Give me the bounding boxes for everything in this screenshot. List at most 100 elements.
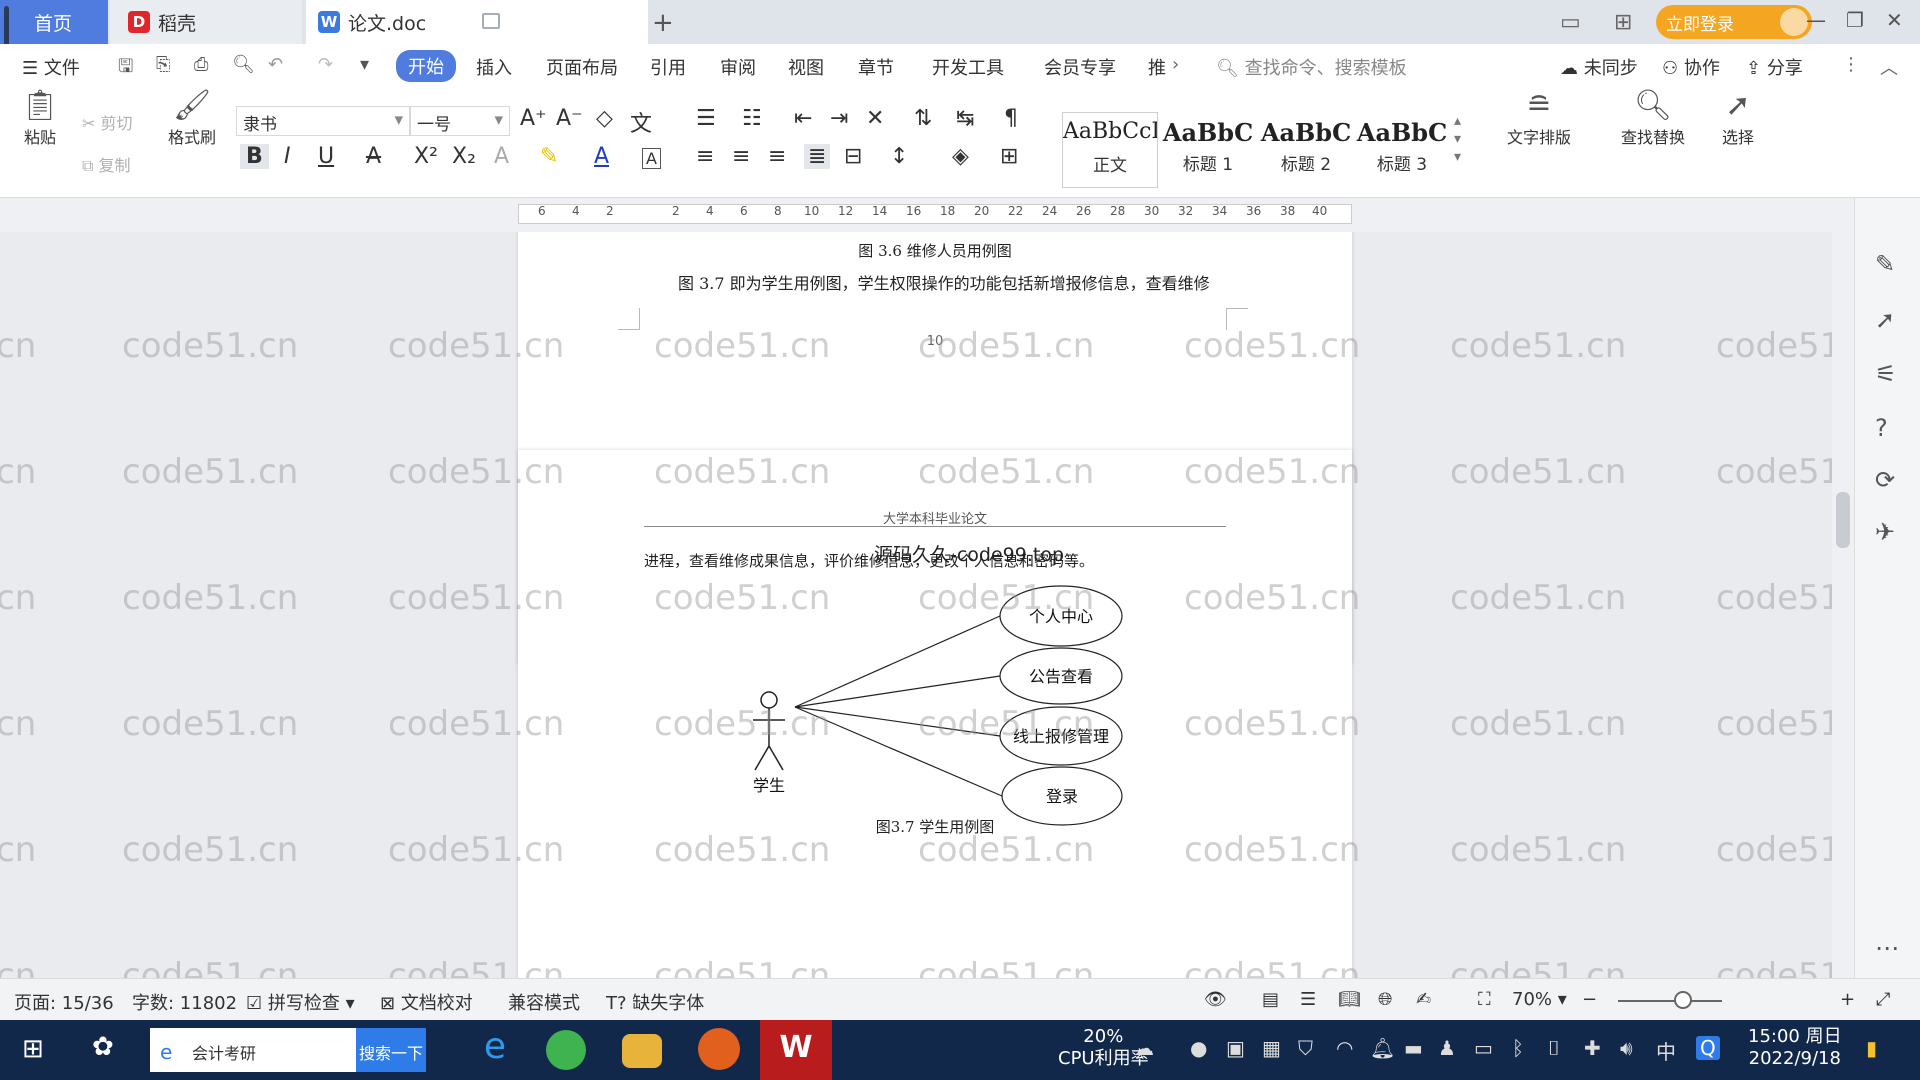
decrease-indent-icon[interactable]: ⇤	[794, 106, 812, 131]
battery-icon[interactable]: ▭	[1474, 1036, 1493, 1060]
cut-button[interactable]: ✂ 剪切	[82, 110, 133, 134]
italic-icon[interactable]: I	[284, 144, 291, 169]
command-search[interactable]: 🔍︎ 查找命令、搜索模板	[1216, 54, 1407, 80]
usb-icon[interactable]: ⌷	[1548, 1036, 1560, 1060]
tray-app-icon[interactable]: ▦	[1262, 1036, 1281, 1060]
clear-format-icon[interactable]: ◇	[596, 106, 613, 131]
distributed-icon[interactable]: ⊟	[844, 144, 862, 169]
style-heading-1[interactable]: AaBbC 标题 1	[1160, 112, 1256, 188]
wps-taskbar-icon[interactable]: W	[760, 1020, 832, 1080]
fit-page-icon[interactable]: ⛶	[1478, 989, 1491, 1010]
menu-chapter[interactable]: 章节	[858, 54, 894, 80]
shrink-font-icon[interactable]: A⁻	[556, 106, 583, 131]
font-name-select[interactable]: 隶书 ▾	[236, 106, 410, 136]
write-view-icon[interactable]: ✍	[1416, 989, 1431, 1010]
align-right-icon[interactable]: ≡	[768, 144, 786, 169]
borders-icon[interactable]: ⊞	[1000, 144, 1018, 169]
tray-app-icon[interactable]: ▣	[1226, 1036, 1245, 1060]
select-cursor-icon[interactable]: ➚	[1875, 306, 1895, 334]
taskbar-search-button[interactable]: 搜索一下	[356, 1028, 426, 1072]
missing-font-button[interactable]: T? 缺失字体	[606, 989, 704, 1015]
minimize-icon[interactable]: —	[1806, 8, 1826, 32]
menu-start[interactable]: 开始	[396, 50, 456, 82]
strikethrough-icon[interactable]: A	[366, 144, 381, 169]
shading-icon[interactable]: ◈	[952, 144, 969, 169]
scrollbar-thumb[interactable]	[1836, 492, 1850, 548]
vertical-scrollbar[interactable]	[1832, 232, 1854, 978]
app-orange-icon[interactable]	[698, 1028, 740, 1070]
page-11[interactable]: 大学本科毕业论文 源码久久-code99.top 进程，查看维修成果信息，评价维…	[518, 450, 1352, 978]
bullets-icon[interactable]: ☰	[696, 106, 716, 131]
tab-daoke[interactable]: D 稻壳	[110, 0, 302, 44]
eye-protect-icon[interactable]: 👁︎	[1204, 989, 1227, 1010]
find-replace-button[interactable]: 🔍︎ 查找替换	[1608, 88, 1698, 148]
highlight-icon[interactable]: ✎	[540, 144, 558, 169]
style-normal[interactable]: AaBbCcI 正文	[1062, 112, 1158, 188]
new-tab-button[interactable]: +	[652, 8, 674, 38]
menu-developer[interactable]: 开发工具	[932, 54, 1004, 80]
tray-app-icon[interactable]: ✚	[1584, 1036, 1601, 1060]
edit-pen-icon[interactable]: ✎	[1875, 250, 1895, 278]
adjust-icon[interactable]: ⚟	[1875, 360, 1897, 388]
help-icon[interactable]: ?	[1875, 414, 1888, 442]
backup-icon[interactable]: ⟳	[1875, 466, 1895, 494]
zoom-slider[interactable]	[1618, 1000, 1722, 1002]
bold-icon[interactable]: B	[240, 144, 269, 169]
volume-icon[interactable]: 🔊︎	[1620, 1036, 1633, 1060]
page-count[interactable]: 页面: 15/36	[14, 989, 114, 1015]
align-left-icon[interactable]: ≡	[696, 144, 714, 169]
weather-icon[interactable]: ☁	[1134, 1036, 1154, 1060]
menu-page-layout[interactable]: 页面布局	[546, 54, 618, 80]
subscript-icon[interactable]: X₂	[452, 144, 476, 169]
tray-app-icon[interactable]: ▬	[1404, 1036, 1423, 1060]
quick-export-icon[interactable]: ⎘	[156, 54, 170, 75]
file-menu[interactable]: ☰ 文件	[22, 54, 80, 80]
collapse-ribbon-icon[interactable]: ︿	[1880, 54, 1898, 80]
select-button[interactable]: ➚ 选择	[1710, 88, 1766, 148]
style-heading-3[interactable]: AaBbC 标题 3	[1354, 112, 1450, 188]
menu-more-icon[interactable]: ›	[1172, 54, 1179, 75]
undo-icon[interactable]: ↶	[268, 54, 283, 75]
wifi-icon[interactable]: ◠	[1336, 1036, 1353, 1060]
bluetooth-icon[interactable]: ᛒ	[1512, 1036, 1524, 1060]
page-view-icon[interactable]: ▤	[1262, 989, 1279, 1010]
menu-review[interactable]: 审阅	[720, 54, 756, 80]
font-size-select[interactable]: 一号 ▾	[410, 106, 510, 136]
chinese-layout-icon[interactable]: ✕	[866, 106, 884, 131]
browser-green-icon[interactable]	[546, 1030, 586, 1070]
outline-view-icon[interactable]: ☰	[1300, 989, 1316, 1010]
print-icon[interactable]: ⎙	[194, 54, 208, 75]
tray-app-icon[interactable]: ●	[1190, 1036, 1207, 1060]
numbering-icon[interactable]: ☷	[742, 106, 762, 131]
ime-indicator[interactable]: 中	[1656, 1036, 1676, 1065]
ie-browser-icon[interactable]: e	[472, 1026, 518, 1072]
zoom-in-icon[interactable]: +	[1840, 989, 1855, 1010]
sort-icon[interactable]: ⇅	[914, 106, 932, 131]
menu-member[interactable]: 会员专享	[1044, 54, 1116, 80]
document-area[interactable]: 图 3.6 维修人员用例图 图 3.7 即为学生用例图，学生权限操作的功能包括新…	[0, 232, 1832, 978]
taskbar-clock[interactable]: 15:00 周日 2022/9/18	[1748, 1026, 1842, 1070]
read-view-icon[interactable]: 📖︎	[1338, 989, 1361, 1010]
layout-icon[interactable]: ▭	[1560, 10, 1581, 35]
notification-bell-icon[interactable]: 🔔︎	[1370, 1036, 1395, 1060]
sync-status[interactable]: ☁ 未同步	[1560, 54, 1638, 80]
align-center-icon[interactable]: ≡	[732, 144, 750, 169]
paste-button[interactable]: 📋︎ 粘贴	[14, 88, 66, 148]
char-border-icon[interactable]: A	[642, 148, 661, 169]
superscript-icon[interactable]: X²	[414, 144, 438, 169]
justify-icon[interactable]: ≣	[804, 144, 831, 169]
zoom-slider-knob[interactable]	[1674, 991, 1692, 1009]
underline-icon[interactable]: U	[318, 144, 334, 169]
format-painter-button[interactable]: 🖌︎ 格式刷	[162, 88, 222, 148]
windows-start-icon[interactable]: ⊞	[22, 1034, 44, 1064]
menu-references[interactable]: 引用	[650, 54, 686, 80]
search-app-icon[interactable]: Q	[1696, 1036, 1720, 1060]
shield-icon[interactable]: ⛉	[1298, 1036, 1313, 1060]
share-button[interactable]: ⇪ 分享	[1746, 54, 1803, 80]
tab-window-icon[interactable]	[482, 13, 500, 29]
word-count[interactable]: 字数: 11802	[132, 989, 237, 1015]
text-layout-button[interactable]: ≘ 文字排版	[1494, 88, 1584, 148]
login-button[interactable]: 立即登录	[1656, 5, 1812, 39]
spell-check-button[interactable]: ☑ 拼写检查 ▾	[246, 989, 355, 1015]
menu-recommend[interactable]: 推	[1148, 54, 1166, 80]
